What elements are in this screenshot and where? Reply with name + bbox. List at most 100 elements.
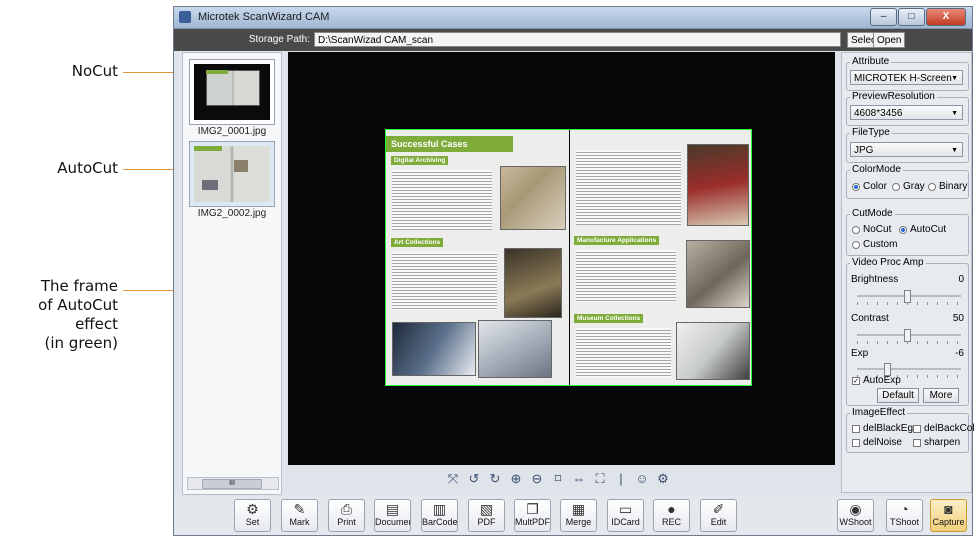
- idcard-button[interactable]: ▭ IDCard: [607, 499, 644, 532]
- capture-label: Capture: [932, 517, 965, 527]
- wshoot-button[interactable]: ◉ WShoot: [837, 499, 874, 532]
- fit-icon[interactable]: ⤧: [445, 471, 461, 487]
- scrollbar-thumb[interactable]: III: [202, 479, 262, 489]
- del-black-edge-checkbox[interactable]: delBlackEg: [852, 423, 913, 434]
- rotate-right-icon[interactable]: ↻: [487, 471, 503, 487]
- app-icon: [179, 11, 191, 23]
- del-noise-checkbox[interactable]: delNoise: [852, 437, 902, 448]
- more-button[interactable]: More: [923, 388, 959, 403]
- preview-area[interactable]: Successful Cases Digital Archiving Art C…: [288, 52, 835, 465]
- attribute-group: Attribute MICROTEK H-Screen ▼: [846, 56, 969, 91]
- maximize-button[interactable]: □: [898, 8, 925, 26]
- thumbnail-image-nocut: [194, 64, 270, 120]
- radio-dot: [928, 182, 936, 191]
- annotation-nocut: NoCut: [71, 62, 118, 80]
- exp-label: Exp: [851, 348, 869, 359]
- settings-camera-icon[interactable]: ⚙: [655, 471, 671, 487]
- file-type-group: FileType JPG ▼: [846, 127, 969, 163]
- radio-color-label: Color: [863, 181, 887, 192]
- tshoot-button[interactable]: ◔ TShoot: [886, 499, 923, 532]
- crop-icon[interactable]: ⌑: [550, 471, 566, 487]
- radio-nocut[interactable]: NoCut: [852, 224, 891, 235]
- chevron-down-icon: ▼: [951, 75, 958, 82]
- thumbnail-scrollbar[interactable]: III: [187, 477, 279, 490]
- attribute-dropdown[interactable]: MICROTEK H-Screen ▼: [850, 70, 963, 85]
- photo-tile-design: [686, 240, 750, 308]
- thumbnail-item-2[interactable]: [189, 141, 275, 207]
- radio-binary[interactable]: Binary: [928, 181, 967, 192]
- del-back-color-checkbox[interactable]: delBackCol: [913, 423, 975, 434]
- radio-custom-label: Custom: [863, 239, 898, 250]
- pdf-icon: ▧: [479, 501, 494, 517]
- mark-label: Mark: [289, 517, 310, 527]
- flip-icon[interactable]: ⇔: [571, 471, 587, 487]
- text-block: [576, 250, 676, 302]
- radio-autocut-label: AutoCut: [910, 224, 947, 235]
- preview-resolution-value: 4608*3456: [854, 108, 903, 119]
- file-type-dropdown[interactable]: JPG ▼: [850, 142, 963, 157]
- brightness-label: Brightness: [851, 274, 899, 285]
- mark-button[interactable]: ✎ Mark: [281, 499, 318, 532]
- autoexp-label: AutoExp: [863, 375, 901, 386]
- id-card-icon: ▭: [618, 501, 633, 517]
- rotate-left-icon[interactable]: ↺: [466, 471, 482, 487]
- storage-path-field[interactable]: D:\ScanWizad CAM_scan: [314, 32, 841, 47]
- section-museum-collections: Museum Collections: [574, 314, 644, 323]
- radio-nocut-label: NoCut: [863, 224, 892, 235]
- rec-button[interactable]: ● REC: [653, 499, 690, 532]
- minimize-button[interactable]: –: [870, 8, 897, 26]
- preview-toolbar: ⤧ ↺ ↻ ⊕ ⊖ ⌑ ⇔ ⛶ | ☺ ⚙: [288, 465, 835, 493]
- merge-icon: ▦: [571, 501, 586, 517]
- attribute-value: MICROTEK H-Screen: [854, 73, 952, 84]
- storage-path-bar: Storage Path: D:\ScanWizad CAM_scan Sele…: [174, 29, 972, 51]
- pdf-button[interactable]: ▧ PDF: [468, 499, 505, 532]
- gear-icon: ⚙: [246, 501, 259, 517]
- pdf-label: PDF: [477, 517, 496, 527]
- annotation-frame: The frame of AutoCut effect (in green): [0, 277, 118, 353]
- checkbox-box: [852, 438, 860, 447]
- barcode-button[interactable]: ▥ BarCode: [421, 499, 458, 532]
- exp-slider[interactable]: [857, 363, 961, 376]
- title-bar[interactable]: Microtek ScanWizard CAM – □ X: [174, 7, 972, 29]
- brightness-value: 0: [958, 274, 964, 285]
- image-effect-label: ImageEffect: [850, 407, 908, 418]
- contrast-slider[interactable]: [857, 329, 961, 342]
- capture-icon: ◙: [944, 501, 953, 517]
- set-button[interactable]: ⚙ Set: [234, 499, 271, 532]
- photo-archive-maps: [500, 166, 566, 230]
- annotation-frame-line-3: effect: [75, 315, 118, 333]
- radio-dot: [852, 182, 860, 191]
- multpdf-button[interactable]: ❐ MultPDF: [514, 499, 551, 532]
- preview-resolution-dropdown[interactable]: 4608*3456 ▼: [850, 105, 963, 120]
- file-type-value: JPG: [854, 145, 874, 156]
- default-button[interactable]: Default: [877, 388, 919, 403]
- radio-custom[interactable]: Custom: [852, 239, 897, 250]
- face-detect-icon[interactable]: ☺: [634, 471, 650, 487]
- annotation-frame-line-2: of AutoCut: [38, 296, 118, 314]
- select-area-icon[interactable]: ⛶: [592, 471, 608, 487]
- documen-button[interactable]: ▤ Documen: [374, 499, 411, 532]
- zoom-out-icon[interactable]: ⊖: [529, 471, 545, 487]
- sharpen-checkbox[interactable]: sharpen: [913, 437, 960, 448]
- print-button[interactable]: ⎙ Print: [328, 499, 365, 532]
- radio-gray[interactable]: Gray: [892, 181, 925, 192]
- zoom-in-icon[interactable]: ⊕: [508, 471, 524, 487]
- bottom-toolbar: ⚙ Set ✎ Mark ⎙ Print ▤ Documen ▥ BarCode ▧ PDF ❐ Mult…: [174, 496, 972, 535]
- open-button[interactable]: Open: [873, 32, 906, 48]
- capture-button[interactable]: ◙ Capture: [930, 499, 967, 532]
- radio-autocut[interactable]: AutoCut: [899, 224, 946, 235]
- radio-color[interactable]: Color: [852, 181, 887, 192]
- autoexp-checkbox[interactable]: ✓ AutoExp: [852, 375, 901, 386]
- thumbnail-item-1[interactable]: [189, 59, 275, 125]
- del-back-color-label: delBackCol: [924, 423, 975, 434]
- window-title: Microtek ScanWizard CAM: [198, 11, 330, 23]
- merge-button[interactable]: ▦ Merge: [560, 499, 597, 532]
- edit-icon: ✐: [712, 501, 725, 517]
- timer-shoot-icon: ◔: [900, 501, 909, 517]
- brightness-slider[interactable]: [857, 290, 961, 303]
- annotation-frame-line-1: The frame: [40, 277, 118, 295]
- edit-button[interactable]: ✐ Edit: [700, 499, 737, 532]
- attribute-label: Attribute: [850, 56, 892, 67]
- close-button[interactable]: X: [926, 8, 966, 26]
- rec-label: REC: [661, 517, 681, 527]
